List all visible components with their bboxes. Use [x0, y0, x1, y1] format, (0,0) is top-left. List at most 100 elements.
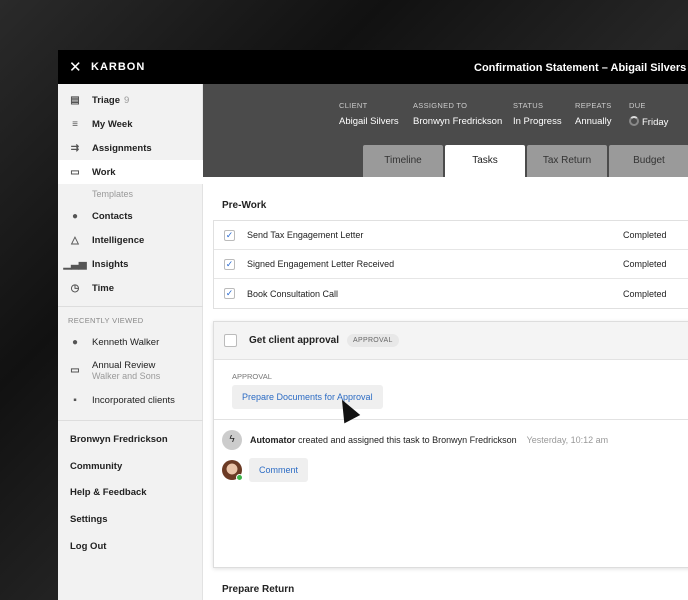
sidebar-item-time[interactable]: ◷ Time	[58, 276, 203, 300]
sidebar: ▤ Triage 9 ≡ My Week ⇉ Assignments ▭ Work Tem…	[58, 84, 203, 600]
group-icon: ▪	[73, 394, 77, 406]
activity-item: ϟ Automator created and assigned this tas…	[222, 430, 608, 450]
close-icon[interactable]: ✕	[69, 58, 82, 76]
meta-repeats[interactable]: REPEATS Annually	[575, 101, 612, 127]
value: Abigail Silvers	[339, 116, 399, 127]
online-status-icon	[236, 474, 243, 481]
task-name: Send Tax Engagement Letter	[247, 230, 364, 240]
bar-chart-icon: ▁▃▅	[63, 258, 87, 270]
label: Triage	[92, 94, 120, 106]
avatar	[222, 460, 243, 481]
tab-tasks[interactable]: Tasks	[445, 145, 525, 177]
card-header: Get client approval APPROVAL	[214, 322, 688, 360]
work-title: Confirmation Statement – Abigail Silvers	[474, 62, 687, 74]
briefcase-icon: ▭	[70, 166, 80, 178]
activity-time: Yesterday, 10:12 am	[526, 435, 609, 445]
label: Kenneth Walker	[92, 336, 160, 348]
divider	[214, 419, 688, 420]
sidebar-item-insights[interactable]: ▁▃▅ Insights	[58, 252, 203, 276]
label: Contacts	[92, 210, 133, 222]
recent-item[interactable]: ▭ Annual Review Walker and Sons	[58, 354, 203, 386]
task-status: Completed	[623, 288, 667, 299]
label: Assignments	[92, 142, 152, 154]
sidebar-item-contacts[interactable]: ● Contacts	[58, 204, 203, 228]
task-row[interactable]: ✓ Signed Engagement Letter Received Comple…	[214, 250, 688, 279]
task-status: Completed	[623, 259, 667, 269]
activity-actor: Automator	[250, 435, 296, 445]
assignments-icon: ⇉	[70, 142, 80, 154]
meta-assigned[interactable]: ASSIGNED TO Bronwyn Fredrickson	[413, 101, 502, 127]
tab-tax-return[interactable]: Tax Return	[527, 145, 607, 177]
checkbox-checked[interactable]: ✓	[224, 229, 235, 241]
sidebar-item-templates[interactable]: Templates	[92, 189, 133, 199]
sidebar-item-intelligence[interactable]: △ Intelligence	[58, 228, 203, 252]
label: Annual Review	[92, 359, 156, 371]
value: In Progress	[513, 116, 562, 127]
week-icon: ≡	[72, 118, 78, 130]
checkbox[interactable]	[224, 334, 237, 347]
sidebar-logout[interactable]: Log Out	[70, 541, 106, 552]
sublabel: Walker and Sons	[92, 370, 161, 381]
label: ASSIGNED TO	[413, 101, 468, 110]
person-icon: ●	[71, 210, 79, 222]
label: My Week	[92, 118, 133, 130]
lightning-icon: ϟ	[222, 430, 242, 450]
task-row[interactable]: ✓ Book Consultation Call Completed	[214, 279, 688, 308]
section-heading: Pre-Work	[222, 200, 267, 211]
work-header: CLIENT Abigail Silvers ASSIGNED TO Bronwyn…	[203, 84, 688, 177]
app-window: ✕ KARBON Confirmation Statement – Abigai…	[58, 50, 688, 600]
label: DUE	[629, 101, 646, 110]
value: Bronwyn Fredrickson	[413, 116, 503, 127]
sidebar-settings[interactable]: Settings	[70, 514, 107, 525]
approval-badge: APPROVAL	[347, 334, 399, 347]
sidebar-user[interactable]: Bronwyn Fredrickson	[70, 434, 168, 445]
sidebar-item-work[interactable]: ▭ Work	[58, 160, 203, 184]
checkbox-checked[interactable]: ✓	[224, 288, 235, 299]
comment-button[interactable]: Comment	[249, 458, 309, 482]
task-row[interactable]: ✓ Send Tax Engagement Letter Completed	[214, 221, 688, 250]
sidebar-item-my-week[interactable]: ≡ My Week	[58, 112, 203, 136]
triage-icon: ▤	[70, 94, 80, 106]
approval-label: APPROVAL	[232, 372, 272, 381]
meta-status[interactable]: STATUS In Progress	[513, 101, 562, 127]
checkbox-checked[interactable]: ✓	[224, 258, 235, 270]
label: Time	[92, 282, 115, 294]
sidebar-item-triage[interactable]: ▤ Triage 9	[58, 88, 203, 112]
approval-task-card: Get client approval APPROVAL APPROVAL Pre…	[213, 321, 688, 568]
recent-item[interactable]: ● Kenneth Walker	[58, 330, 203, 354]
meta-due[interactable]: DUE Friday	[629, 101, 668, 128]
value: Friday	[642, 117, 669, 128]
title-bar: ✕ KARBON Confirmation Statement – Abigai…	[58, 50, 688, 84]
recent-item[interactable]: ▪ Incorporated clients	[58, 388, 203, 412]
label: Intelligence	[92, 234, 145, 246]
task-name: Signed Engagement Letter Received	[247, 259, 395, 269]
label: Insights	[92, 258, 129, 270]
brand-logo: KARBON	[91, 61, 146, 73]
value: Annually	[575, 116, 612, 127]
task-list: ✓ Send Tax Engagement Letter Completed ✓ Si…	[213, 220, 688, 309]
label: Work	[92, 166, 116, 178]
clock-icon: ◷	[70, 282, 80, 294]
task-status: Completed	[623, 230, 667, 240]
task-name: Book Consultation Call	[247, 288, 339, 299]
label: Incorporated clients	[92, 394, 175, 406]
progress-ring-icon	[629, 116, 639, 126]
label: REPEATS	[575, 101, 612, 110]
section-heading: Prepare Return	[222, 584, 295, 595]
recent-item-text: Annual Review Walker and Sons	[92, 360, 160, 381]
tasks-panel: Pre-Work ✓ Send Tax Engagement Letter Comp…	[203, 177, 688, 600]
divider	[58, 420, 203, 421]
tab-timeline[interactable]: Timeline	[363, 145, 443, 177]
recently-viewed-heading: RECENTLY VIEWED	[68, 316, 144, 325]
sidebar-community[interactable]: Community	[70, 461, 122, 472]
meta-client[interactable]: CLIENT Abigail Silvers	[339, 101, 399, 127]
prepare-documents-button[interactable]: Prepare Documents for Approval	[232, 385, 383, 409]
sidebar-help[interactable]: Help & Feedback	[70, 487, 147, 498]
person-icon: ●	[71, 336, 79, 348]
briefcase-icon: ▭	[70, 364, 80, 376]
tab-budget[interactable]: Budget	[609, 145, 688, 177]
card-title: Get client approval	[249, 335, 340, 346]
sidebar-item-assignments[interactable]: ⇉ Assignments	[58, 136, 203, 160]
network-icon: △	[71, 234, 79, 246]
divider	[58, 306, 203, 307]
